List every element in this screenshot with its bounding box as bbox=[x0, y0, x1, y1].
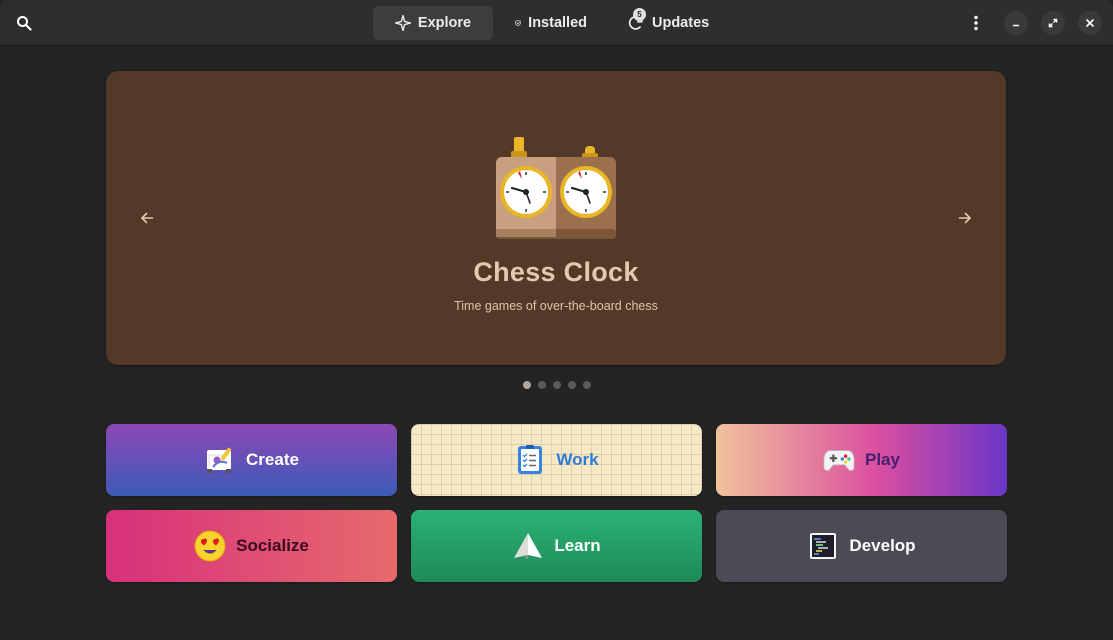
featured-carousel[interactable]: Chess Clock Time games of over-the-board… bbox=[106, 71, 1006, 365]
play-icon bbox=[823, 444, 855, 476]
featured-app-name: Chess Clock bbox=[473, 257, 639, 287]
installed-icon bbox=[515, 20, 521, 26]
work-icon bbox=[514, 444, 546, 476]
maximize-button[interactable] bbox=[1041, 11, 1065, 35]
view-switcher: Explore Installed 5 Updates bbox=[373, 6, 723, 40]
category-play-label: Play bbox=[865, 450, 900, 469]
search-icon bbox=[17, 16, 32, 31]
create-icon bbox=[204, 444, 236, 476]
category-create-button[interactable]: Create bbox=[106, 424, 397, 496]
tab-updates[interactable]: 5 Updates bbox=[625, 6, 723, 40]
category-play-button[interactable]: Play bbox=[716, 424, 1007, 496]
category-develop-label: Develop bbox=[849, 536, 916, 555]
tab-installed[interactable]: Installed bbox=[501, 6, 601, 40]
learn-icon bbox=[512, 530, 544, 562]
tab-updates-label: Updates bbox=[652, 15, 710, 31]
category-socialize-label: Socialize bbox=[236, 536, 309, 555]
tab-explore-label: Explore bbox=[417, 15, 472, 31]
category-learn-label: Learn bbox=[554, 536, 601, 555]
category-create-label: Create bbox=[246, 450, 299, 469]
category-work-label: Work bbox=[556, 450, 599, 469]
tab-explore[interactable]: Explore bbox=[373, 6, 493, 40]
app-window: Explore Installed 5 Updates Chess Clock … bbox=[0, 0, 1113, 640]
carousel-dot[interactable] bbox=[583, 381, 591, 389]
carousel-previous-button[interactable] bbox=[132, 203, 162, 233]
carousel-dot[interactable] bbox=[568, 381, 576, 389]
tab-installed-label: Installed bbox=[528, 15, 587, 31]
carousel-dot[interactable] bbox=[538, 381, 546, 389]
menu-icon bbox=[974, 15, 978, 31]
carousel-dot[interactable] bbox=[523, 381, 531, 389]
arrow-right-icon bbox=[958, 212, 971, 224]
category-develop-button[interactable]: Develop bbox=[716, 510, 1007, 582]
featured-app-description: Time games of over-the-board chess bbox=[454, 299, 658, 313]
category-learn-button[interactable]: Learn bbox=[411, 510, 702, 582]
socialize-icon bbox=[194, 530, 226, 562]
minimize-button[interactable] bbox=[1004, 11, 1028, 35]
updates-count-badge: 5 bbox=[633, 8, 646, 21]
arrow-left-icon bbox=[141, 212, 154, 224]
category-socialize-button[interactable]: Socialize bbox=[106, 510, 397, 582]
carousel-dot[interactable] bbox=[553, 381, 561, 389]
category-work-button[interactable]: Work bbox=[411, 424, 702, 496]
header-bar: Explore Installed 5 Updates bbox=[0, 0, 1113, 46]
main-menu-button[interactable] bbox=[960, 7, 992, 39]
carousel-next-button[interactable] bbox=[950, 203, 980, 233]
explore-icon bbox=[394, 15, 411, 31]
chess-clock-app-icon bbox=[496, 137, 616, 239]
carousel-page-indicator bbox=[523, 381, 591, 389]
maximize-icon bbox=[1048, 18, 1058, 28]
minimize-icon bbox=[1013, 24, 1019, 27]
close-icon bbox=[1086, 19, 1094, 27]
close-button[interactable] bbox=[1078, 11, 1102, 35]
develop-icon bbox=[807, 530, 839, 562]
search-button[interactable] bbox=[8, 7, 40, 39]
